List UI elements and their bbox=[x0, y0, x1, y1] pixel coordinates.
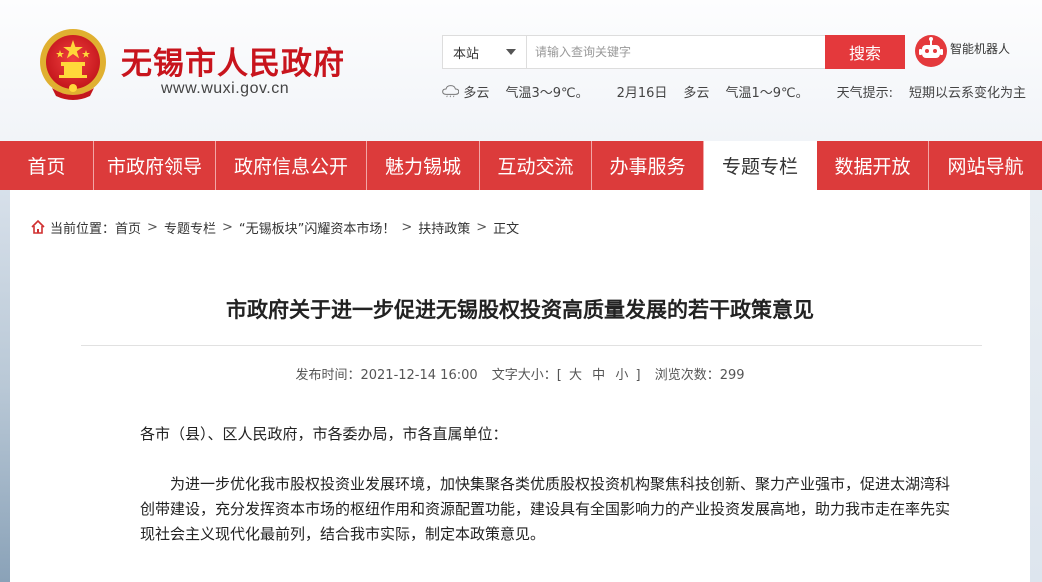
breadcrumb-home[interactable]: 首页 bbox=[115, 218, 141, 237]
breadcrumb-separator: > bbox=[401, 219, 413, 235]
weather-tip-label: 天气提示: bbox=[836, 85, 893, 101]
nav-item-home[interactable]: 首页 bbox=[0, 141, 94, 190]
robot-icon[interactable] bbox=[914, 34, 948, 68]
nav-item-open-data[interactable]: 数据开放 bbox=[817, 141, 929, 190]
weather-bar: 多云 气温3～9℃。 2月16日 多云 气温1～9℃。 天气提示: 短期以云系变… bbox=[442, 80, 1042, 102]
today-temp: 气温3～9℃。 bbox=[505, 85, 589, 101]
breadcrumb-topic[interactable]: “无锡板块”闪耀资本市场！ bbox=[239, 218, 395, 237]
nav-item-special-topics[interactable]: 专题专栏 bbox=[704, 141, 817, 190]
search-button[interactable]: 搜索 bbox=[825, 35, 905, 69]
breadcrumb-separator: > bbox=[476, 219, 488, 235]
weather-tip-text: 短期以云系变化为主 bbox=[908, 85, 1026, 101]
breadcrumb: 当前位置： 首页 > 专题专栏 > “无锡板块”闪耀资本市场！ > 扶持政策 >… bbox=[30, 218, 520, 237]
article-body: 各市（县）、区人民政府，市各委办局，市各直属单位： 为进一步优化我市股权投资业发… bbox=[140, 422, 960, 547]
robot-label[interactable]: 智能机器人 bbox=[950, 40, 1010, 57]
search-input[interactable] bbox=[527, 36, 825, 68]
today-weather: 多云 bbox=[463, 85, 490, 101]
breadcrumb-special-topics[interactable]: 专题专栏 bbox=[164, 218, 216, 237]
divider bbox=[81, 345, 982, 346]
search-scope-label: 本站 bbox=[453, 46, 480, 62]
nav-item-leaders[interactable]: 市政府领导 bbox=[94, 141, 216, 190]
search-scope-select[interactable]: 本站 bbox=[443, 36, 527, 68]
breadcrumb-separator: > bbox=[221, 219, 233, 235]
views-label: 浏览次数： bbox=[654, 368, 720, 383]
nav-item-site-map[interactable]: 网站导航 bbox=[929, 141, 1042, 190]
font-size-large-button[interactable]: 大 bbox=[569, 368, 582, 383]
main-nav: 首页 市政府领导 政府信息公开 魅力锡城 互动交流 办事服务 专题专栏 数据开放… bbox=[0, 141, 1042, 190]
home-icon bbox=[31, 219, 45, 234]
nav-item-interaction[interactable]: 互动交流 bbox=[480, 141, 592, 190]
font-size-medium-button[interactable]: 中 bbox=[592, 368, 605, 383]
nav-item-info-disclosure[interactable]: 政府信息公开 bbox=[216, 141, 367, 190]
publish-time: 2021-12-14 16:00 bbox=[360, 368, 478, 383]
breadcrumb-current: 正文 bbox=[493, 221, 520, 237]
breadcrumb-separator: > bbox=[147, 219, 158, 235]
national-emblem-icon[interactable] bbox=[38, 26, 108, 102]
font-size-small-button[interactable]: 小 bbox=[615, 368, 628, 383]
tomorrow-temp: 气温1～9℃。 bbox=[725, 85, 809, 101]
breadcrumb-prefix: 当前位置： bbox=[50, 221, 116, 237]
background-strip-left bbox=[0, 190, 10, 582]
article-meta: 发布时间：2021-12-14 16:00 文字大小：[ 大 中 小 ] 浏览次… bbox=[10, 364, 1030, 383]
background-strip-right bbox=[1030, 190, 1042, 582]
site-header: 无锡市人民政府 www.wuxi.gov.cn 本站 搜索 智能机器人 多云 气… bbox=[0, 0, 1042, 141]
breadcrumb-policy[interactable]: 扶持政策 bbox=[418, 218, 470, 237]
search-box: 本站 搜索 bbox=[442, 35, 905, 69]
article-title: 市政府关于进一步促进无锡股权投资高质量发展的若干政策意见 bbox=[226, 298, 814, 322]
tomorrow-weather: 多云 bbox=[683, 85, 710, 101]
nav-item-services[interactable]: 办事服务 bbox=[592, 141, 704, 190]
article-panel: 当前位置： 首页 > 专题专栏 > “无锡板块”闪耀资本市场！ > 扶持政策 >… bbox=[10, 190, 1030, 582]
views-count: 299 bbox=[719, 368, 745, 383]
site-name[interactable]: 无锡市人民政府 bbox=[121, 38, 345, 83]
font-size-label: 文字大小：[ bbox=[491, 368, 562, 383]
salutation: 各市（县）、区人民政府，市各委办局，市各直属单位： bbox=[140, 425, 508, 443]
publish-label: 发布时间： bbox=[295, 368, 361, 383]
cloud-icon bbox=[442, 85, 460, 98]
font-size-close: ] bbox=[635, 368, 641, 383]
nav-item-charm[interactable]: 魅力锡城 bbox=[367, 141, 480, 190]
chevron-down-icon bbox=[506, 49, 516, 55]
tomorrow-date: 2月16日 bbox=[616, 85, 668, 101]
site-url[interactable]: www.wuxi.gov.cn bbox=[161, 80, 289, 98]
paragraph: 为进一步优化我市股权投资业发展环境，加快集聚各类优质股权投资机构聚焦科技创新、聚… bbox=[140, 475, 951, 543]
